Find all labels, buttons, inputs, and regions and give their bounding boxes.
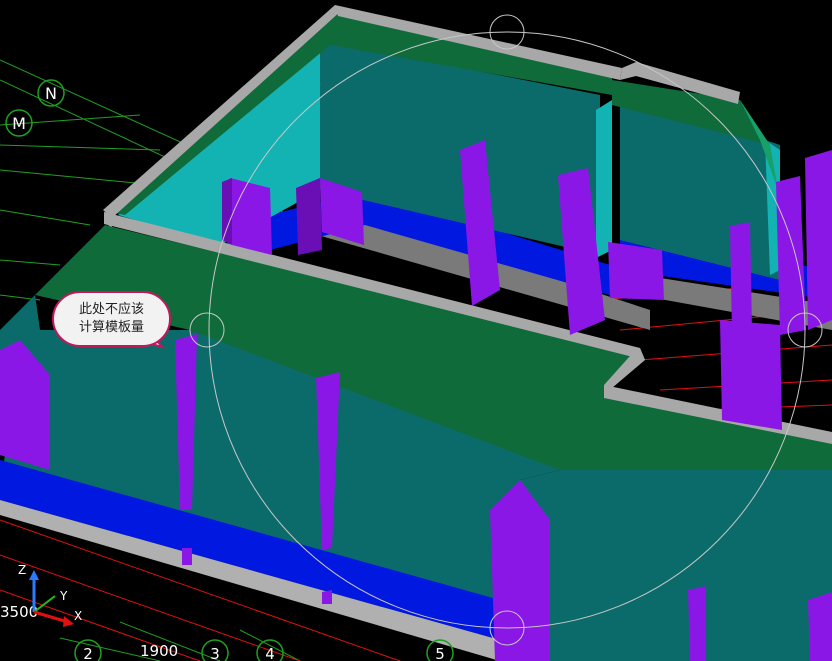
svg-text:N: N <box>45 84 57 103</box>
svg-text:3: 3 <box>210 645 220 661</box>
grid-axis-2[interactable]: 2 <box>74 639 102 661</box>
grid-axis-n[interactable]: N <box>37 79 65 107</box>
annotation-callout[interactable]: 此处不应该 计算模板量 <box>52 291 171 347</box>
dimension-bottom: 1900 <box>140 642 178 660</box>
3d-model-viewport[interactable]: N M 2 3 4 5 3500 1900 Z Y X 此处不应该 计算模板量 <box>0 0 832 661</box>
annotation-line-1: 此处不应该 <box>78 302 144 317</box>
axis-y-label: Y <box>59 589 68 603</box>
svg-text:4: 4 <box>265 645 275 661</box>
svg-text:M: M <box>12 114 26 133</box>
svg-text:5: 5 <box>435 645 445 661</box>
grid-axis-3[interactable]: 3 <box>201 639 229 661</box>
axis-z-label: Z <box>18 563 26 577</box>
axis-x-label: X <box>74 609 82 623</box>
svg-text:2: 2 <box>83 645 93 661</box>
annotation-line-2: 计算模板量 <box>78 320 144 335</box>
dimension-left: 3500 <box>0 603 38 621</box>
